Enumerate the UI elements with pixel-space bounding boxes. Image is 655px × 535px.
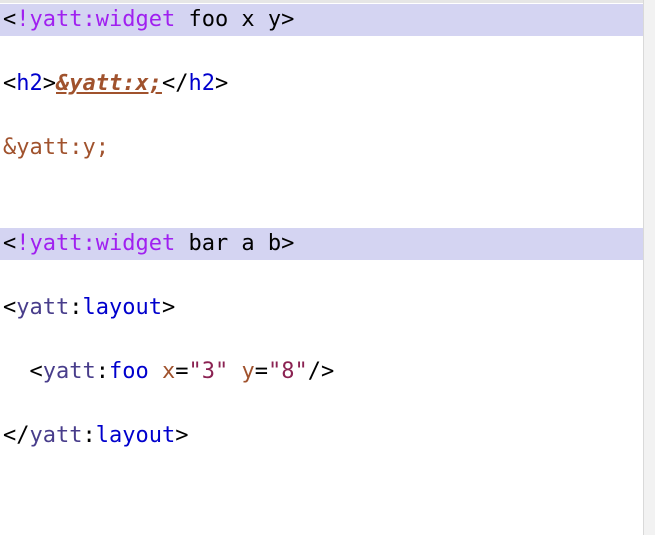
code-token: yatt bbox=[42, 359, 96, 384]
code-token: > bbox=[175, 423, 189, 448]
code-token: </ bbox=[3, 423, 30, 448]
code-line[interactable]: </yatt:layout> bbox=[0, 420, 643, 452]
code-token: &yatt:y; bbox=[3, 135, 109, 160]
code-token: < bbox=[3, 359, 43, 384]
code-token: layout bbox=[95, 423, 176, 448]
code-token: /> bbox=[307, 359, 335, 384]
highlighted-code-line[interactable]: <!yatt:widget foo x y> bbox=[0, 4, 643, 36]
code-token: h2 bbox=[188, 71, 215, 96]
highlighted-code-line[interactable]: <!yatt:widget bar a b> bbox=[0, 228, 643, 260]
code-token: foo bbox=[108, 359, 149, 384]
code-token: "3" bbox=[188, 359, 229, 384]
code-token: </ bbox=[161, 71, 189, 96]
code-token: bar a b> bbox=[175, 231, 295, 256]
code-line[interactable]: <yatt:layout> bbox=[0, 292, 643, 324]
code-line[interactable]: &yatt:y; bbox=[0, 132, 643, 164]
code-line[interactable] bbox=[0, 324, 643, 356]
code-line[interactable] bbox=[0, 388, 643, 420]
code-token: : bbox=[82, 423, 96, 448]
code-token: &yatt:x; bbox=[56, 71, 162, 96]
code-token: !yatt:widget bbox=[16, 231, 176, 256]
code-line[interactable] bbox=[0, 100, 643, 132]
code-token: > bbox=[42, 71, 56, 96]
code-line[interactable]: <h2>&yatt:x;</h2> bbox=[0, 68, 643, 100]
code-line[interactable] bbox=[0, 196, 643, 228]
code-token: foo x y> bbox=[175, 7, 295, 32]
code-line[interactable] bbox=[0, 164, 643, 196]
code-token: : bbox=[95, 359, 109, 384]
code-token: h2 bbox=[16, 71, 43, 96]
code-token: > bbox=[214, 71, 229, 96]
code-line[interactable] bbox=[0, 36, 643, 68]
code-token: = bbox=[175, 359, 189, 384]
code-line[interactable]: <yatt:foo x="3" y="8"/> bbox=[0, 356, 643, 388]
code-token: y bbox=[241, 359, 255, 384]
code-line[interactable] bbox=[0, 260, 643, 292]
editor-top-border bbox=[0, 0, 655, 3]
code-token: layout bbox=[82, 295, 162, 320]
code-token: < bbox=[3, 295, 17, 320]
code-token: "8" bbox=[267, 359, 308, 384]
editor-right-edge bbox=[643, 0, 655, 535]
code-token: x bbox=[161, 359, 176, 384]
code-token: yatt bbox=[16, 295, 70, 320]
code-token: > bbox=[161, 295, 176, 320]
code-token: = bbox=[254, 359, 268, 384]
code-token: : bbox=[69, 295, 83, 320]
code-token: < bbox=[3, 231, 17, 256]
code-token: < bbox=[3, 71, 17, 96]
code-token: < bbox=[3, 7, 17, 32]
code-token: yatt bbox=[29, 423, 83, 448]
code-editor[interactable]: <!yatt:widget foo x y> <h2>&yatt:x;</h2> &… bbox=[0, 0, 655, 535]
code-token: !yatt:widget bbox=[16, 7, 176, 32]
